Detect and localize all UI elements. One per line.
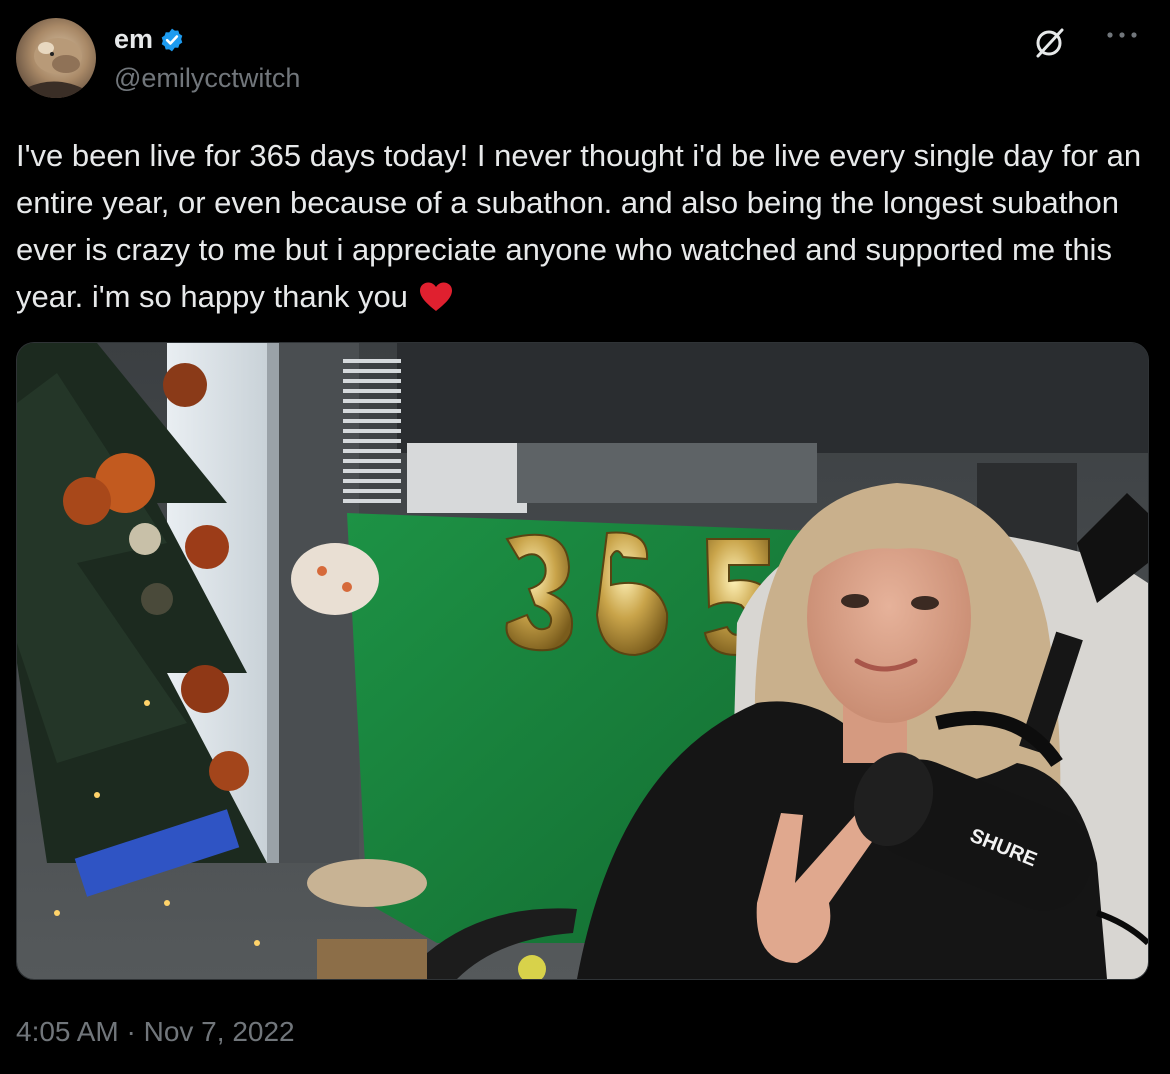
verified-badge-icon [161,28,183,51]
grok-icon[interactable] [1032,26,1066,60]
tweet-timestamp[interactable]: 4:05 AM · Nov 7, 2022 [16,1016,295,1048]
tweet-photo[interactable]: SHURE [16,342,1149,980]
tweet-text: I've been live for 365 days today! I nev… [16,132,1156,320]
author-name-row[interactable]: em [114,24,185,55]
author-handle[interactable]: @emilycctwitch [114,63,300,94]
avatar[interactable] [16,18,96,98]
more-horizontal-icon[interactable] [1104,28,1140,42]
display-name[interactable]: em [114,24,153,55]
tweet-body: I've been live for 365 days today! I nev… [16,138,1142,314]
red-heart-emoji-icon [419,282,452,311]
